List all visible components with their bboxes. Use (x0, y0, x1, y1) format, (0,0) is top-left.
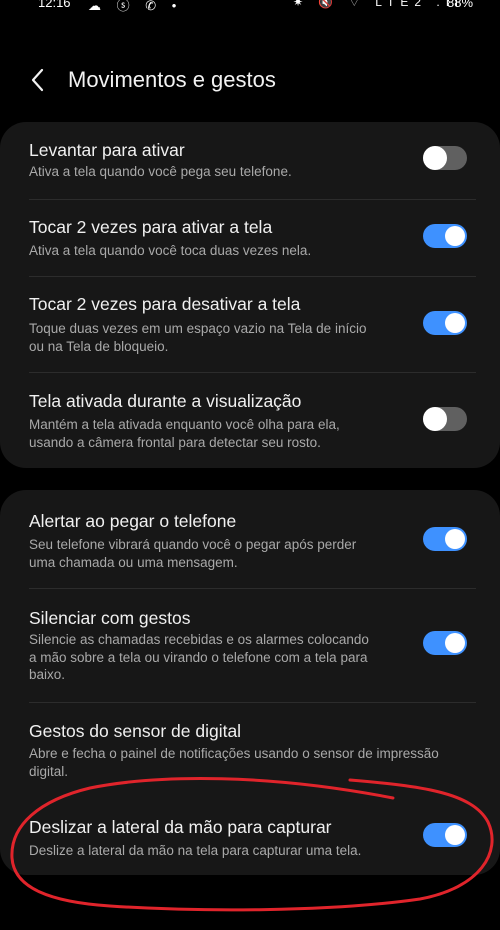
setting-title: Deslizar a lateral da mão para capturar (29, 817, 332, 837)
setting-row-palm-swipe-capture[interactable]: Deslizar a lateral da mão para capturar … (0, 793, 500, 875)
battery-level: 88% (447, 0, 474, 10)
setting-row-double-tap-on[interactable]: Tocar 2 vezes para ativar a tela Ativa a… (0, 200, 500, 277)
description-line: Seu telefone vibrará quando você o pegar… (29, 537, 357, 552)
status-bar: 12:16 ☁ ⓢ ✆ • ✷ 🔇 ⌔ LTE2 .ıl 88% (0, 0, 500, 14)
pickup-alert-toggle[interactable] (423, 527, 467, 551)
page-title: Movimentos e gestos (68, 67, 276, 92)
setting-row-double-tap-off[interactable]: Tocar 2 vezes para desativar a tela Toqu… (0, 277, 500, 372)
toggle-knob (445, 529, 465, 549)
setting-row-mute-gestures[interactable]: Silenciar com gestos Silencie as chamada… (0, 589, 500, 702)
setting-description: Silencie as chamadas recebidas e os alar… (29, 631, 474, 684)
setting-row-smart-stay[interactable]: Tela ativada durante a visualização Mant… (0, 373, 500, 468)
setting-row-fingerprint-gestures[interactable]: Gestos do sensor de digital Abre e fecha… (0, 703, 500, 793)
smart-stay-toggle[interactable] (423, 407, 467, 431)
setting-description: Mantém a tela ativada enquanto você olha… (29, 416, 474, 451)
chevron-left-icon (31, 68, 44, 92)
app-bar: Movimentos e gestos (0, 56, 500, 106)
setting-description: Seu telefone vibrará quando você o pegar… (29, 536, 474, 571)
description-line: digital. (29, 763, 69, 779)
description-line: Mantém a tela ativada enquanto você olha… (29, 417, 340, 432)
setting-description: Toque duas vezes em um espaço vazio na T… (29, 320, 474, 355)
description-line: baixo. (29, 667, 66, 682)
description-line: uma chamada ou uma mensagem. (29, 554, 238, 570)
setting-title: Silenciar com gestos (29, 608, 191, 628)
setting-title: Tela ativada durante a visualização (29, 391, 302, 411)
setting-description: Abre e fecha o painel de notificações us… (29, 745, 474, 780)
description-line: usando a câmera frontal para detectar se… (29, 434, 321, 450)
setting-title: Tocar 2 vezes para desativar a tela (29, 294, 301, 314)
setting-row-pickup-alert[interactable]: Alertar ao pegar o telefone Seu telefone… (0, 490, 500, 588)
setting-title: Levantar para ativar (29, 140, 185, 160)
description-line: Toque duas vezes em um espaço vazio na T… (29, 321, 367, 336)
description-line: a mão sobre a tela ou virando o telefone… (29, 649, 368, 665)
settings-group-screen-wake: Levantar para ativar Ativa a tela quando… (0, 122, 500, 468)
settings-group-gestures: Alertar ao pegar o telefone Seu telefone… (0, 490, 500, 875)
setting-title: Alertar ao pegar o telefone (29, 511, 237, 531)
description-line: Abre e fecha o painel de notificações us… (29, 746, 439, 761)
mute-gestures-toggle[interactable] (423, 631, 467, 655)
setting-description: Ativa a tela quando você toca duas vezes… (29, 243, 312, 258)
description-line: Silencie as chamadas recebidas e os alar… (29, 632, 369, 647)
back-button[interactable] (26, 67, 52, 93)
setting-row-lift-to-wake[interactable]: Levantar para ativar Ativa a tela quando… (0, 122, 500, 200)
notification-icons: ☁ ⓢ ✆ • (88, 0, 183, 13)
lift-to-wake-toggle[interactable] (423, 146, 467, 170)
toggle-knob (445, 313, 465, 333)
toggle-knob (423, 146, 447, 170)
setting-description: Ativa a tela quando você pega seu telefo… (29, 164, 292, 179)
toggle-knob (423, 407, 447, 431)
toggle-knob (445, 825, 465, 845)
toggle-knob (445, 633, 465, 653)
double-tap-on-toggle[interactable] (423, 224, 467, 248)
setting-title: Gestos do sensor de digital (29, 721, 242, 741)
system-status-icons: ✷ 🔇 ⌔ LTE2 .ıl (293, 0, 464, 9)
setting-description: Deslize a lateral da mão na tela para ca… (29, 843, 362, 858)
double-tap-off-toggle[interactable] (423, 311, 467, 335)
description-line: ou na Tela de bloqueio. (29, 338, 169, 354)
toggle-knob (445, 226, 465, 246)
status-time: 12:16 (38, 0, 71, 10)
palm-swipe-capture-toggle[interactable] (423, 823, 467, 847)
setting-title: Tocar 2 vezes para ativar a tela (29, 217, 273, 237)
